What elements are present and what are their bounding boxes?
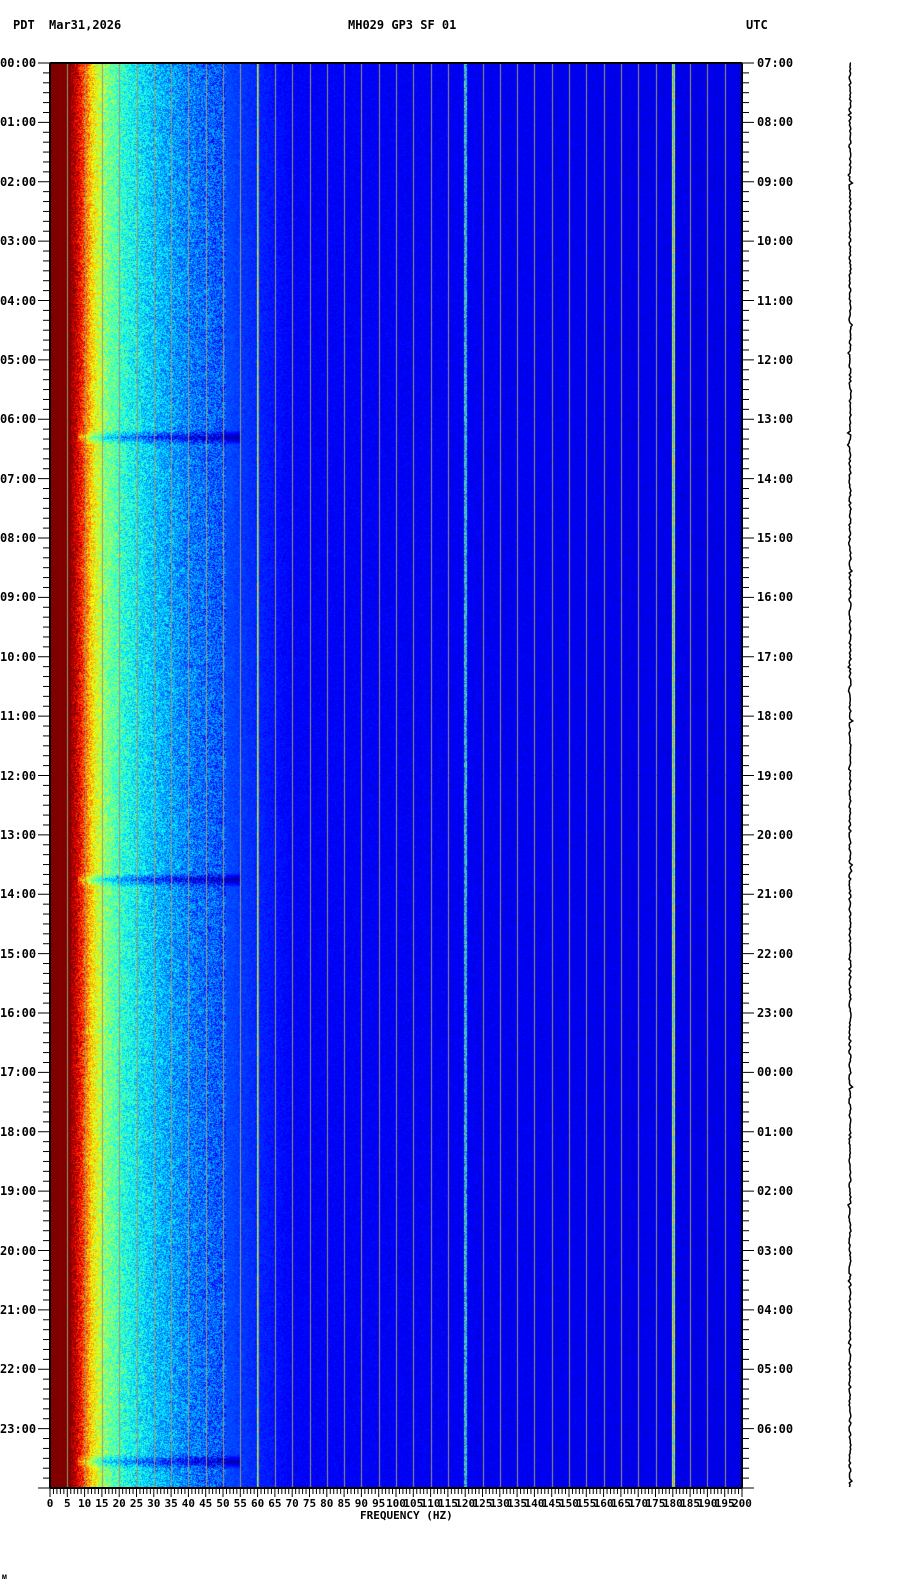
- y-tick-label-pdt: 00:00: [0, 56, 37, 70]
- y-tick-label-pdt: 20:00: [0, 1243, 37, 1258]
- x-tick-label: 80: [320, 1497, 334, 1510]
- x-tick-label: 30: [147, 1497, 161, 1510]
- y-tick-label-utc: 13:00: [757, 412, 794, 427]
- x-tick-label: 70: [285, 1497, 299, 1510]
- y-tick-label-utc: 18:00: [757, 709, 794, 724]
- y-tick-label-pdt: 04:00: [0, 293, 37, 308]
- y-tick-label-utc: 19:00: [757, 768, 794, 783]
- y-tick-label-utc: 06:00: [757, 1421, 794, 1436]
- y-tick-label-utc: 03:00: [757, 1243, 794, 1258]
- y-tick-label-pdt: 12:00: [0, 768, 37, 783]
- x-tick-label: 20: [112, 1497, 126, 1510]
- y-tick-label-utc: 20:00: [757, 827, 794, 842]
- y-tick-label-pdt: 07:00: [0, 471, 37, 486]
- y-tick-label-utc: 21:00: [757, 887, 794, 902]
- y-tick-label-utc: 09:00: [757, 174, 794, 189]
- spectrogram-page: PDT Mar31,2026 MH029 GP3 SF 01 UTC 00:00…: [0, 0, 902, 1584]
- y-tick-label-pdt: 21:00: [0, 1302, 37, 1317]
- y-tick-label-pdt: 19:00: [0, 1184, 37, 1199]
- y-tick-label-utc: 23:00: [757, 1006, 794, 1020]
- y-tick-label-pdt: 14:00: [0, 887, 37, 902]
- x-tick-label: 0: [46, 1497, 54, 1510]
- y-tick-label-pdt: 08:00: [0, 531, 37, 545]
- x-axis-title: FREQUENCY (HZ): [360, 1509, 453, 1522]
- x-tick-label: 45: [199, 1497, 213, 1510]
- y-tick-label-utc: 15:00: [757, 531, 794, 545]
- x-tick-label: 75: [302, 1497, 317, 1510]
- y-tick-label-pdt: 16:00: [0, 1006, 37, 1020]
- y-tick-label-pdt: 03:00: [0, 234, 37, 249]
- y-tick-label-utc: 04:00: [757, 1302, 794, 1317]
- x-tick-label: 65: [268, 1497, 282, 1510]
- y-tick-label-pdt: 02:00: [0, 174, 37, 189]
- x-tick-label: 60: [250, 1497, 265, 1510]
- x-tick-label: 35: [164, 1497, 178, 1510]
- y-tick-label-utc: 14:00: [757, 471, 794, 486]
- y-tick-label-utc: 05:00: [757, 1362, 794, 1377]
- x-tick-label: 85: [337, 1497, 351, 1510]
- y-tick-label-utc: 01:00: [757, 1124, 794, 1139]
- y-tick-label-utc: 12:00: [757, 352, 794, 367]
- y-tick-label-pdt: 10:00: [0, 649, 37, 664]
- x-tick-label: 25: [129, 1497, 144, 1510]
- y-tick-label-utc: 07:00: [757, 56, 794, 70]
- y-tick-label-utc: 16:00: [757, 590, 794, 605]
- y-tick-label-utc: 11:00: [757, 293, 794, 308]
- y-tick-label-pdt: 18:00: [0, 1124, 37, 1139]
- y-tick-label-utc: 17:00: [757, 649, 794, 664]
- y-tick-label-pdt: 01:00: [0, 115, 37, 130]
- y-tick-label-utc: 22:00: [757, 946, 794, 961]
- x-tick-label: 200: [732, 1497, 752, 1510]
- seismic-trace: [846, 62, 855, 1488]
- y-tick-label-pdt: 05:00: [0, 352, 37, 367]
- y-tick-label-pdt: 17:00: [0, 1065, 37, 1080]
- y-tick-label-utc: 02:00: [757, 1184, 794, 1199]
- x-tick-label: 50: [216, 1497, 230, 1510]
- x-tick-label: 55: [233, 1497, 247, 1510]
- y-tick-label-pdt: 23:00: [0, 1421, 37, 1436]
- y-tick-label-pdt: 11:00: [0, 709, 37, 724]
- y-tick-label-pdt: 15:00: [0, 946, 37, 961]
- footer-mark: ᴍ: [2, 1572, 7, 1581]
- y-tick-label-utc: 08:00: [757, 115, 794, 130]
- y-tick-label-utc: 00:00: [757, 1065, 794, 1080]
- y-tick-label-pdt: 22:00: [0, 1362, 37, 1377]
- x-tick-label: 15: [95, 1497, 109, 1510]
- x-tick-label: 40: [181, 1497, 196, 1510]
- x-tick-label: 10: [77, 1497, 92, 1510]
- y-tick-label-pdt: 06:00: [0, 412, 37, 427]
- x-tick-label: 5: [63, 1497, 71, 1510]
- y-tick-label-pdt: 13:00: [0, 827, 37, 842]
- y-tick-label-utc: 10:00: [757, 234, 794, 249]
- y-tick-label-pdt: 09:00: [0, 590, 37, 605]
